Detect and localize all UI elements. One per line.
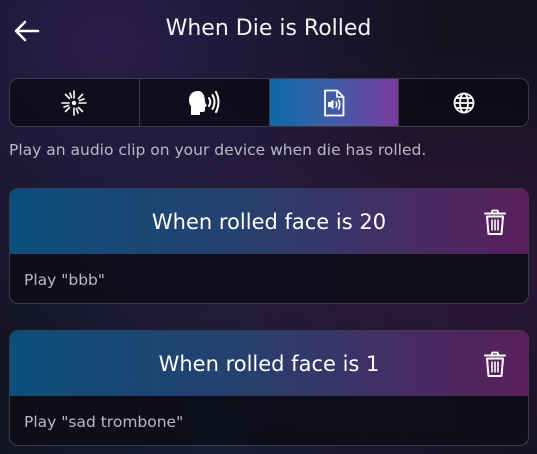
rule-card-header: When rolled face is 1 (10, 331, 528, 396)
trash-icon (484, 209, 506, 235)
rule-action: Play "bbb" (24, 271, 106, 289)
rule-action: Play "sad trombone" (24, 413, 184, 431)
trash-icon (484, 351, 506, 377)
sparkle-icon (61, 89, 88, 116)
tab-web[interactable] (399, 79, 528, 126)
delete-rule-button[interactable] (482, 349, 508, 379)
rule-card[interactable]: When rolled face is 1 Play "sad trombone… (9, 330, 529, 446)
rule-title: When rolled face is 20 (151, 209, 387, 234)
speaking-head-icon (189, 90, 220, 115)
rule-card[interactable]: When rolled face is 20 Play "bbb" (9, 188, 529, 304)
rule-card-header: When rolled face is 20 (10, 189, 528, 254)
audio-file-icon (323, 89, 345, 116)
page-title: When Die is Rolled (165, 16, 372, 41)
tab-speak[interactable] (140, 79, 270, 126)
tab-audio[interactable] (269, 79, 400, 126)
delete-rule-button[interactable] (482, 207, 508, 237)
action-type-tabs (9, 78, 529, 127)
tab-description: Play an audio clip on your device when d… (9, 141, 427, 159)
tab-lights[interactable] (10, 79, 140, 126)
globe-icon (453, 92, 475, 113)
app-header: When Die is Rolled (0, 0, 537, 62)
rule-title: When rolled face is 1 (158, 351, 380, 376)
